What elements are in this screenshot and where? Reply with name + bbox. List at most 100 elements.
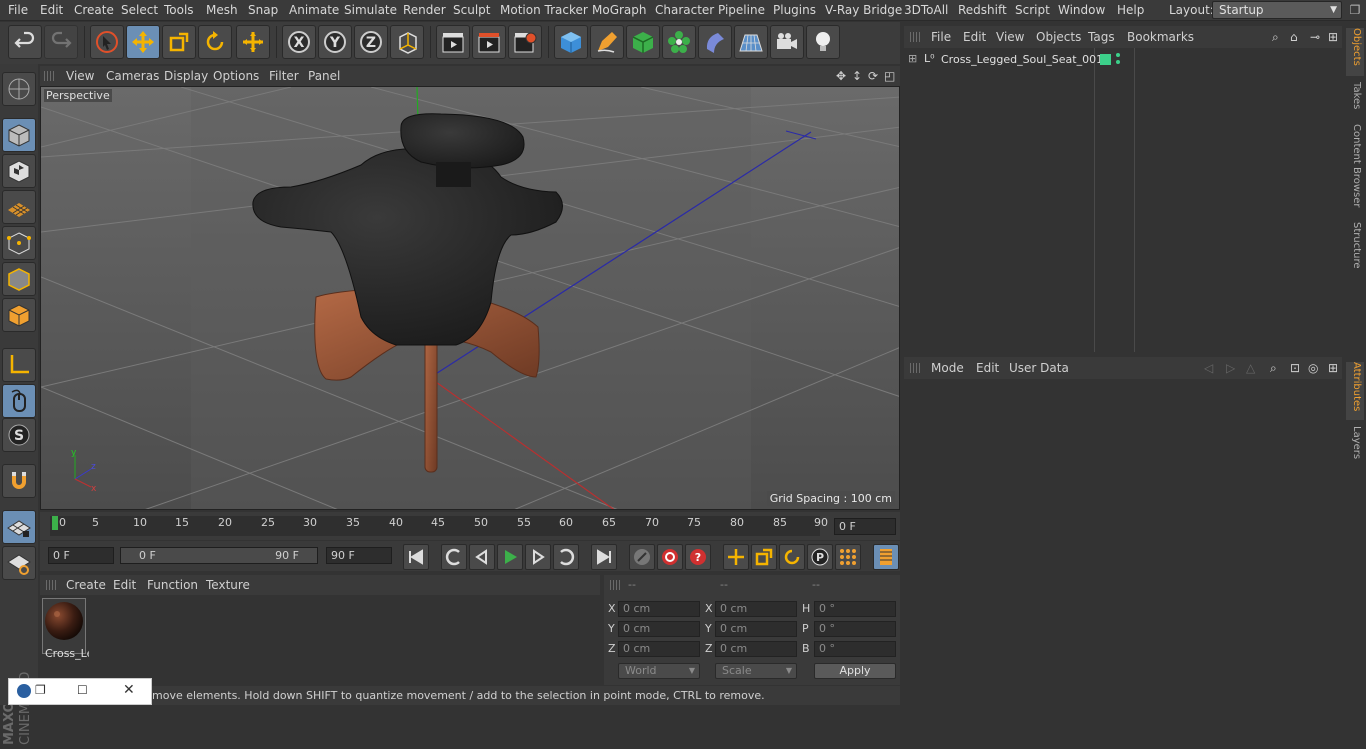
make-editable-button[interactable] [2, 72, 36, 106]
redo-button[interactable] [44, 25, 78, 59]
pen-spline-button[interactable] [590, 25, 624, 59]
scale-tool-button[interactable] [162, 25, 196, 59]
rotation-b-field[interactable]: 0 ° [814, 641, 896, 657]
goto-end-button[interactable] [591, 544, 617, 570]
apply-button[interactable]: Apply [814, 663, 896, 679]
attributes-menu-edit[interactable]: Edit [976, 361, 999, 375]
snapping-button[interactable] [2, 464, 36, 498]
menu-tools[interactable]: Tools [164, 3, 194, 17]
move-tool-button[interactable] [126, 25, 160, 59]
live-selection-button[interactable] [90, 25, 124, 59]
lock-icon[interactable]: ⊡ [1290, 361, 1300, 375]
target-icon[interactable]: ◎ [1308, 361, 1318, 375]
viewport-menu-options[interactable]: Options [213, 69, 259, 83]
object-row[interactable]: ⊞ L⁰ Cross_Legged_Soul_Seat_001 [904, 51, 1342, 69]
key-pla-button[interactable] [835, 544, 861, 570]
tab-takes[interactable]: Takes [1346, 82, 1364, 122]
timeline-ruler[interactable]: 0 5 10 15 20 25 30 35 40 45 50 55 60 65 … [40, 512, 900, 540]
menu-vray-bridge[interactable]: V-Ray Bridge [825, 3, 902, 17]
z-axis-lock-button[interactable]: Z [354, 25, 388, 59]
frame-range-slider[interactable]: 0 F 90 F [120, 547, 318, 564]
material-menu-edit[interactable]: Edit [113, 578, 136, 592]
menu-plugins[interactable]: Plugins [773, 3, 816, 17]
maximize-icon[interactable]: ☐ [77, 683, 88, 697]
viewport-menu-cameras[interactable]: Cameras [106, 69, 159, 83]
tab-structure[interactable]: Structure [1346, 222, 1364, 272]
polygons-mode-button[interactable] [2, 298, 36, 332]
timeline-window-button[interactable] [873, 544, 899, 570]
up-arrow-icon[interactable]: △ [1246, 361, 1255, 375]
keyframe-selection-button[interactable]: ? [685, 544, 711, 570]
locked-workplane-button[interactable] [2, 546, 36, 580]
menu-snap[interactable]: Snap [248, 3, 278, 17]
undo-button[interactable] [8, 25, 42, 59]
menu-sculpt[interactable]: Sculpt [453, 3, 490, 17]
size-x-field[interactable]: 0 cm [715, 601, 797, 617]
menu-character[interactable]: Character [655, 3, 714, 17]
menu-pipeline[interactable]: Pipeline [718, 3, 765, 17]
texture-mode-button[interactable] [2, 154, 36, 188]
size-mode-dropdown[interactable]: Scale ▼ [715, 663, 797, 679]
light-button[interactable] [806, 25, 840, 59]
deformer-button[interactable] [698, 25, 732, 59]
objects-menu-bookmarks[interactable]: Bookmarks [1127, 30, 1194, 44]
key-rotation-button[interactable] [779, 544, 805, 570]
viewport-zoom-icon[interactable]: ↕ [852, 69, 862, 83]
attributes-menu-mode[interactable]: Mode [931, 361, 964, 375]
objects-menu-view[interactable]: View [996, 30, 1024, 44]
size-y-field[interactable]: 0 cm [715, 621, 797, 637]
prev-key-button[interactable] [441, 544, 467, 570]
close-icon[interactable]: ✕ [123, 682, 135, 698]
key-position-button[interactable] [723, 544, 749, 570]
size-z-field[interactable]: 0 cm [715, 641, 797, 657]
new-window-icon[interactable]: ⊞ [1328, 361, 1338, 375]
window-restore-icon[interactable]: ❐ [1347, 2, 1363, 18]
coordinate-system-button[interactable] [390, 25, 424, 59]
tab-content-browser[interactable]: Content Browser [1346, 124, 1364, 214]
menu-redshift[interactable]: Redshift [958, 3, 1007, 17]
menu-render[interactable]: Render [403, 3, 446, 17]
objects-menu-objects[interactable]: Objects [1036, 30, 1081, 44]
rotation-h-field[interactable]: 0 ° [814, 601, 896, 617]
next-key-button[interactable] [553, 544, 579, 570]
cloner-button[interactable] [662, 25, 696, 59]
layer-color-swatch[interactable] [1100, 54, 1111, 65]
search-icon[interactable]: ⌕ [1270, 361, 1277, 376]
menu-script[interactable]: Script [1015, 3, 1050, 17]
record-active-button[interactable] [629, 544, 655, 570]
menu-window[interactable]: Window [1058, 3, 1105, 17]
material-swatch[interactable]: Cross_Le [42, 598, 89, 660]
attributes-menu-user-data[interactable]: User Data [1009, 361, 1069, 375]
model-mode-button[interactable] [2, 118, 36, 152]
position-z-field[interactable]: 0 cm [618, 641, 700, 657]
autokey-button[interactable] [657, 544, 683, 570]
cube-object-button[interactable] [554, 25, 588, 59]
render-settings-button[interactable] [508, 25, 542, 59]
menu-help[interactable]: Help [1117, 3, 1144, 17]
objects-menu-file[interactable]: File [931, 30, 951, 44]
menu-select[interactable]: Select [121, 3, 158, 17]
material-menu-create[interactable]: Create [66, 578, 106, 592]
taskbar-window-thumbnail[interactable]: ❐ ☐ ✕ [8, 678, 152, 705]
workplane-mode-button[interactable] [2, 190, 36, 224]
back-arrow-icon[interactable]: ◁ [1204, 361, 1213, 375]
tweak-mode-button[interactable] [2, 384, 36, 418]
menu-3dtoall[interactable]: 3DToAll [904, 3, 948, 17]
enable-axis-button[interactable] [2, 510, 36, 544]
position-y-field[interactable]: 0 cm [618, 621, 700, 637]
objects-menu-tags[interactable]: Tags [1088, 30, 1115, 44]
position-x-field[interactable]: 0 cm [618, 601, 700, 617]
rotation-p-field[interactable]: 0 ° [814, 621, 896, 637]
perspective-viewport[interactable]: y z x Perspective Grid Spacing : 100 cm [40, 86, 900, 510]
new-window-icon[interactable]: ⊞ [1328, 30, 1338, 44]
camera-button[interactable] [770, 25, 804, 59]
menu-mesh[interactable]: Mesh [206, 3, 238, 17]
restore-icon[interactable]: ❐ [35, 683, 46, 697]
tab-objects[interactable]: Objects [1346, 28, 1364, 76]
viewport-rotate-icon[interactable]: ⟳ [868, 69, 878, 83]
link-icon[interactable]: ⊸ [1310, 30, 1320, 44]
menu-file[interactable]: File [8, 3, 28, 17]
tab-attributes[interactable]: Attributes [1346, 362, 1364, 420]
material-menu-texture[interactable]: Texture [206, 578, 250, 592]
current-frame-field[interactable]: 0 F [834, 518, 896, 535]
